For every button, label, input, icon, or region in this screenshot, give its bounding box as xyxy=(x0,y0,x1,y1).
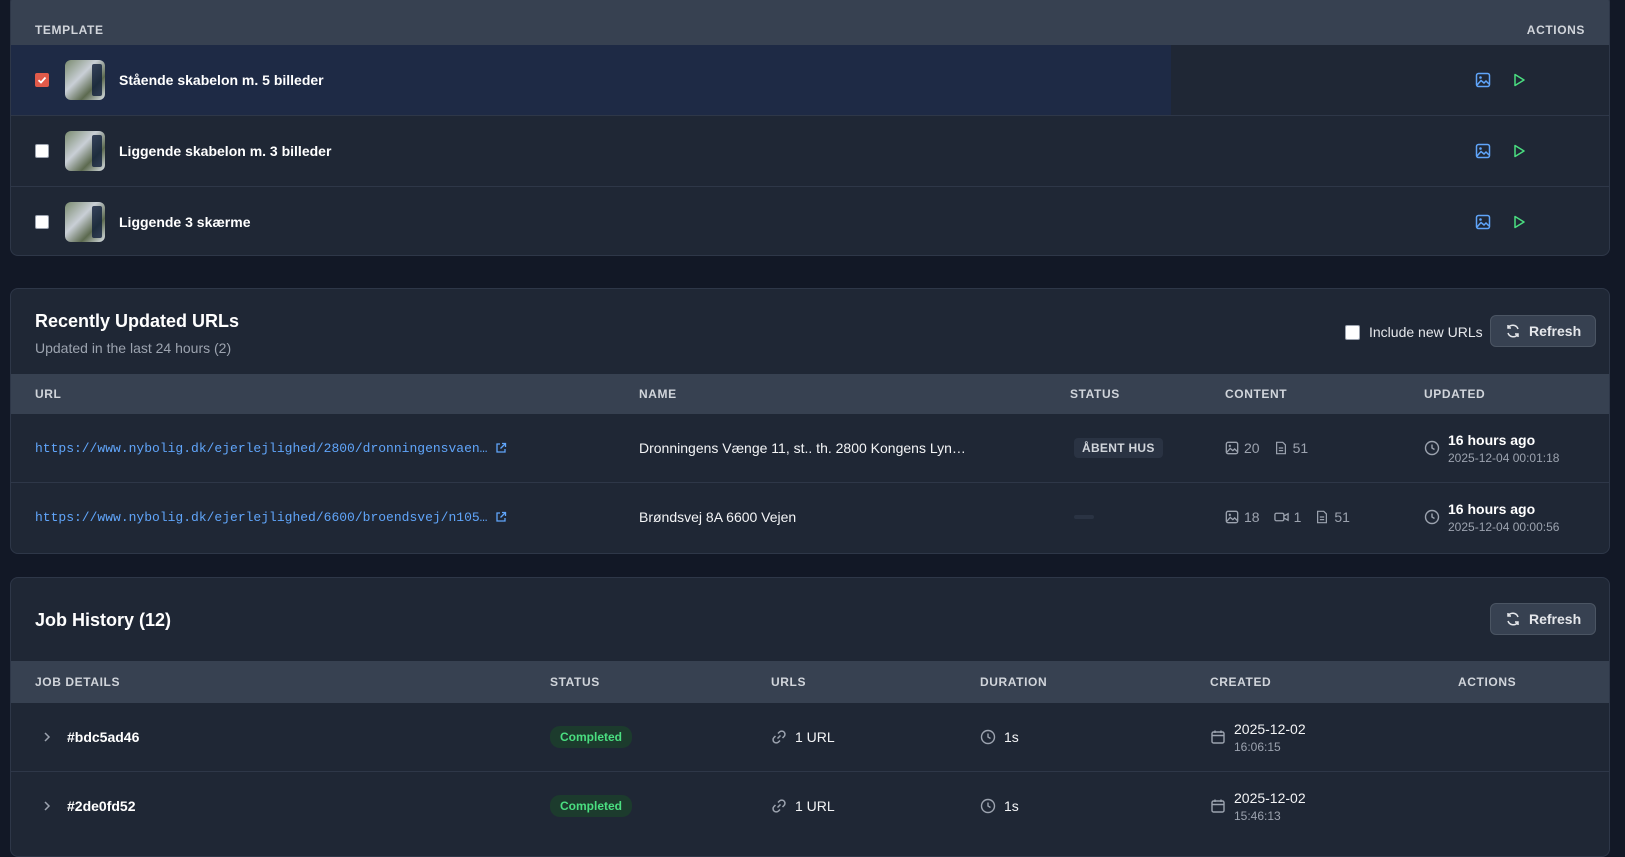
jobs-table-header: JOB DETAILS STATUS URLS DURATION CREATED… xyxy=(11,661,1609,703)
url-row[interactable]: https://www.nybolig.dk/ejerlejlighed/280… xyxy=(11,414,1609,482)
url-link[interactable]: https://www.nybolig.dk/ejerlejlighed/280… xyxy=(35,441,487,456)
updated-relative: 16 hours ago xyxy=(1448,431,1536,448)
col-created: CREATED xyxy=(1210,675,1272,689)
url-row[interactable]: https://www.nybolig.dk/ejerlejlighed/660… xyxy=(11,482,1609,551)
col-updated: UPDATED xyxy=(1424,387,1486,401)
col-name: NAME xyxy=(639,387,677,401)
job-row[interactable]: #bdc5ad46 Completed 1 URL 1s 2025-12-02 … xyxy=(11,703,1609,771)
external-link-icon[interactable] xyxy=(495,511,507,523)
col-job-details: JOB DETAILS xyxy=(35,675,121,689)
refresh-icon xyxy=(1505,611,1521,627)
calendar-icon xyxy=(1210,798,1226,814)
template-row[interactable]: Liggende 3 skærme xyxy=(11,186,1609,255)
col-url: URL xyxy=(35,387,62,401)
clock-icon xyxy=(980,729,996,745)
status-badge: Completed xyxy=(550,795,633,817)
document-count: 51 xyxy=(1292,440,1309,456)
image-count: 20 xyxy=(1244,440,1260,456)
template-row[interactable]: Liggende skabelon m. 3 billeder xyxy=(11,115,1609,186)
template-checkbox[interactable] xyxy=(35,144,49,158)
status-badge: Completed xyxy=(550,726,633,748)
url-count: 1 URL xyxy=(795,729,835,745)
template-thumbnail xyxy=(65,131,105,171)
template-name: Liggende skabelon m. 3 billeder xyxy=(119,143,332,159)
include-new-urls-label: Include new URLs xyxy=(1369,324,1483,340)
chevron-right-icon[interactable] xyxy=(41,703,53,771)
duration: 1s xyxy=(1004,798,1019,814)
duration: 1s xyxy=(1004,729,1019,745)
col-duration: DURATION xyxy=(980,675,1048,689)
col-actions: ACTIONS xyxy=(1458,675,1517,689)
calendar-icon xyxy=(1210,729,1226,745)
document-count: 51 xyxy=(1334,509,1350,525)
refresh-label: Refresh xyxy=(1529,611,1582,627)
updated-timestamp: 2025-12-04 00:00:56 xyxy=(1448,519,1560,534)
image-count: 18 xyxy=(1244,509,1260,525)
refresh-label: Refresh xyxy=(1529,323,1582,339)
refresh-button[interactable]: Refresh xyxy=(1490,603,1597,635)
recent-header: Recently Updated URLs Updated in the las… xyxy=(11,289,1609,374)
image-icon[interactable] xyxy=(1475,45,1491,115)
external-link-icon[interactable] xyxy=(495,442,507,454)
created-time: 16:06:15 xyxy=(1234,739,1281,754)
video-icon xyxy=(1273,510,1289,524)
play-icon[interactable] xyxy=(1511,116,1527,186)
video-count: 1 xyxy=(1293,509,1302,525)
job-id: #2de0fd52 xyxy=(67,798,136,814)
templates-card: TEMPLATE ACTIONS Stående skabelon m. 5 b… xyxy=(10,0,1610,256)
created-time: 15:46:13 xyxy=(1234,808,1281,823)
updated-timestamp: 2025-12-04 00:01:18 xyxy=(1448,450,1560,465)
status-badge xyxy=(1074,515,1094,519)
template-thumbnail xyxy=(65,202,105,242)
recent-urls-card: Recently Updated URLs Updated in the las… xyxy=(10,288,1610,554)
recent-subtitle: Updated in the last 24 hours (2) xyxy=(35,340,232,356)
clock-icon xyxy=(1424,440,1440,456)
image-icon xyxy=(1225,441,1239,455)
template-name: Liggende 3 skærme xyxy=(119,214,251,230)
play-icon[interactable] xyxy=(1511,45,1527,115)
template-checkbox[interactable] xyxy=(35,73,49,87)
image-icon[interactable] xyxy=(1475,116,1491,186)
created-date: 2025-12-02 xyxy=(1234,789,1306,806)
col-urls: URLS xyxy=(771,675,807,689)
job-row[interactable]: #2de0fd52 Completed 1 URL 1s 2025-12-02 … xyxy=(11,771,1609,840)
job-history-card: Job History (12) Refresh JOB DETAILS STA… xyxy=(10,577,1610,857)
include-new-urls-toggle[interactable]: Include new URLs xyxy=(1345,324,1483,340)
recent-title: Recently Updated URLs xyxy=(35,311,240,331)
template-name: Stående skabelon m. 5 billeder xyxy=(119,72,324,88)
updated-relative: 16 hours ago xyxy=(1448,500,1536,517)
clock-icon xyxy=(1424,509,1440,525)
url-count: 1 URL xyxy=(795,798,835,814)
chevron-right-icon[interactable] xyxy=(41,772,53,840)
template-row[interactable]: Stående skabelon m. 5 billeder xyxy=(11,45,1609,115)
property-name: Dronningens Vænge 11, st.. th. 2800 Kong… xyxy=(639,440,966,456)
image-icon[interactable] xyxy=(1475,187,1491,255)
templates-table-header: TEMPLATE ACTIONS xyxy=(11,0,1609,45)
recent-table-header: URL NAME STATUS CONTENT UPDATED xyxy=(11,374,1609,414)
col-status: STATUS xyxy=(1070,387,1120,401)
col-content: CONTENT xyxy=(1225,387,1288,401)
refresh-button[interactable]: Refresh xyxy=(1490,315,1597,347)
property-name: Brøndsvej 8A 6600 Vejen xyxy=(639,509,797,525)
document-icon xyxy=(1315,510,1329,524)
created-date: 2025-12-02 xyxy=(1234,720,1306,737)
play-icon[interactable] xyxy=(1511,187,1527,255)
jobs-header: Job History (12) Refresh xyxy=(11,578,1609,661)
refresh-icon xyxy=(1505,323,1521,339)
status-badge: ÅBENT HUS xyxy=(1074,438,1163,458)
clock-icon xyxy=(980,798,996,814)
document-icon xyxy=(1274,441,1288,455)
link-icon xyxy=(771,798,787,814)
job-id: #bdc5ad46 xyxy=(67,729,140,745)
include-new-urls-checkbox[interactable] xyxy=(1345,324,1360,340)
url-link[interactable]: https://www.nybolig.dk/ejerlejlighed/660… xyxy=(35,510,487,525)
image-icon xyxy=(1225,510,1239,524)
col-status: STATUS xyxy=(550,675,600,689)
link-icon xyxy=(771,729,787,745)
jobs-title: Job History (12) xyxy=(35,610,172,630)
template-checkbox[interactable] xyxy=(35,215,49,229)
template-thumbnail xyxy=(65,60,105,100)
